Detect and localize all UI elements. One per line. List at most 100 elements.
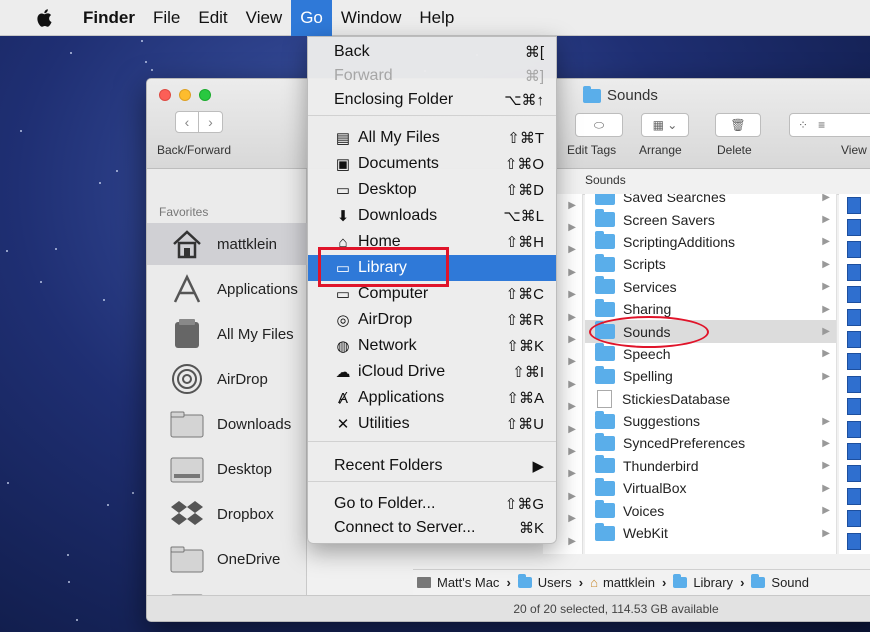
go-menu-item-desktop[interactable]: ▭ Desktop ⇧⌘D: [308, 177, 556, 203]
desktop-folder-icon: [169, 453, 205, 485]
path-item-sounds[interactable]: Sound: [771, 575, 809, 590]
list-item[interactable]: Spelling ▶: [585, 365, 836, 387]
list-item[interactable]: WebKit ▶: [585, 522, 836, 544]
sidebar-item-desktop[interactable]: Desktop: [147, 448, 307, 490]
path-item-library[interactable]: Library: [693, 575, 733, 590]
table-row[interactable]: [839, 306, 870, 328]
arrange-button[interactable]: ▦ ⌄: [641, 113, 689, 137]
status-bar: 20 of 20 selected, 114.53 GB available: [147, 595, 870, 621]
table-row[interactable]: [839, 507, 870, 529]
menu-view[interactable]: View: [237, 0, 292, 36]
table-row[interactable]: [839, 239, 870, 261]
menu-help[interactable]: Help: [410, 0, 463, 36]
icon-view-icon[interactable]: ⁘: [798, 118, 808, 132]
sounds-column[interactable]: [839, 194, 870, 554]
list-view-icon[interactable]: ≡: [818, 118, 825, 132]
go-menu-item-label: Downloads: [358, 207, 438, 224]
table-row[interactable]: [839, 328, 870, 350]
go-menu-item-label: AirDrop: [358, 311, 413, 328]
disclosure-arrow-icon: ▶: [822, 236, 830, 248]
close-button[interactable]: [159, 89, 171, 101]
library-column[interactable]: Saved Searches ▶ Screen Savers ▶ ScriptingAd…: [585, 194, 837, 554]
sidebar-item-onedrive[interactable]: OneDrive: [147, 538, 307, 580]
back-button[interactable]: ‹: [175, 111, 199, 133]
sidebar-item-applications[interactable]: Applications: [147, 268, 307, 310]
table-row[interactable]: [839, 463, 870, 485]
disclosure-arrow-icon: ▶: [822, 460, 830, 472]
list-item[interactable]: Scripts ▶: [585, 253, 836, 275]
disclosure-arrow-icon: ▶: [822, 214, 830, 226]
menu-separator: [308, 115, 556, 116]
audio-file-icon: [847, 286, 861, 304]
go-menu-item-applications[interactable]: Ⱥ Applications ⇧⌘A: [308, 385, 556, 411]
list-item[interactable]: Screen Savers ▶: [585, 208, 836, 230]
minimize-button[interactable]: [179, 89, 191, 101]
go-menu-item-recent-folders[interactable]: Recent Folders ▶: [308, 453, 556, 479]
list-item[interactable]: Suggestions ▶: [585, 410, 836, 432]
table-row[interactable]: [839, 396, 870, 418]
table-row[interactable]: [839, 194, 870, 216]
forward-button[interactable]: ›: [199, 111, 223, 133]
table-row[interactable]: [839, 351, 870, 373]
path-item-users[interactable]: Users: [538, 575, 572, 590]
menu-edit[interactable]: Edit: [189, 0, 236, 36]
disclosure-arrow-icon: ▶: [568, 445, 576, 457]
menu-finder[interactable]: Finder: [74, 0, 144, 36]
sidebar-item-airdrop[interactable]: AirDrop: [147, 358, 307, 400]
table-row[interactable]: [839, 440, 870, 462]
star-decoration: [40, 281, 42, 283]
sidebar-heading: Favorites: [159, 205, 209, 219]
table-row[interactable]: [839, 261, 870, 283]
menu-go[interactable]: Go: [291, 0, 332, 36]
list-item[interactable]: Saved Searches ▶: [585, 194, 836, 208]
table-row[interactable]: [839, 418, 870, 440]
arrange-icon: ▦ ⌄: [652, 118, 678, 132]
table-row[interactable]: [839, 216, 870, 238]
go-menu-item-back[interactable]: Back ⌘[: [308, 39, 556, 65]
sidebar-item-all-my-files[interactable]: All My Files: [147, 313, 307, 355]
list-item[interactable]: ScriptingAdditions ▶: [585, 231, 836, 253]
list-item-label: Suggestions: [623, 413, 701, 430]
path-item-mattklein[interactable]: mattklein: [603, 575, 655, 590]
sidebar-item-dropbox[interactable]: Dropbox: [147, 493, 307, 535]
list-item[interactable]: VirtualBox ▶: [585, 477, 836, 499]
menu-window[interactable]: Window: [332, 0, 410, 36]
folder-icon: [751, 574, 766, 588]
sidebar-item-downloads[interactable]: Downloads: [147, 403, 307, 445]
go-menu-item-icloud-drive[interactable]: ☁ iCloud Drive ⇧⌘I: [308, 359, 556, 385]
go-menu-item-downloads[interactable]: ⬇ Downloads ⌥⌘L: [308, 203, 556, 229]
list-item[interactable]: Thunderbird ▶: [585, 455, 836, 477]
table-row[interactable]: [839, 485, 870, 507]
table-row[interactable]: [839, 530, 870, 552]
go-menu-item-go-to-folder[interactable]: Go to Folder... ⇧⌘G: [308, 491, 556, 517]
go-menu-item-network[interactable]: ◍ Network ⇧⌘K: [308, 333, 556, 359]
delete-button[interactable]: 🗑: [715, 113, 761, 137]
zoom-button[interactable]: [199, 89, 211, 101]
go-menu-item-label: Enclosing Folder: [334, 91, 454, 108]
go-menu-item-enclosing-folder[interactable]: Enclosing Folder ⌥⌘↑: [308, 87, 556, 113]
list-item-label: Spelling: [623, 368, 673, 385]
list-item[interactable]: Services ▶: [585, 276, 836, 298]
table-row[interactable]: [839, 284, 870, 306]
view-mode-control[interactable]: ⁘ ≡: [789, 113, 870, 137]
menu-file[interactable]: File: [144, 0, 189, 36]
go-menu-item-forward: Forward ⌘]: [308, 63, 556, 89]
list-item-label: Thunderbird: [623, 457, 699, 474]
path-item-mac[interactable]: Matt's Mac: [437, 575, 499, 590]
sidebar-item-mattklein[interactable]: mattklein: [147, 223, 307, 265]
document-icon: [597, 389, 612, 408]
go-menu-item-all-my-files[interactable]: ▤ All My Files ⇧⌘T: [308, 125, 556, 151]
list-item[interactable]: Voices ▶: [585, 499, 836, 521]
list-item[interactable]: SyncedPreferences ▶: [585, 432, 836, 454]
go-menu-item-documents[interactable]: ▣ Documents ⇧⌘O: [308, 151, 556, 177]
go-menu-item-airdrop[interactable]: ◎ AirDrop ⇧⌘R: [308, 307, 556, 333]
list-item[interactable]: StickiesDatabase: [585, 388, 836, 410]
apple-icon[interactable]: [34, 7, 56, 29]
go-menu-item-connect-to-server[interactable]: Connect to Server... ⌘K: [308, 515, 556, 541]
disclosure-arrow-icon: ▶: [568, 423, 576, 435]
table-row[interactable]: [839, 373, 870, 395]
list-item-label: Sharing: [623, 301, 672, 318]
sidebar-item-label: Dropbox: [217, 505, 274, 523]
go-menu-item-utilities[interactable]: ✕ Utilities ⇧⌘U: [308, 411, 556, 437]
edit-tags-button[interactable]: ⬭: [575, 113, 623, 137]
